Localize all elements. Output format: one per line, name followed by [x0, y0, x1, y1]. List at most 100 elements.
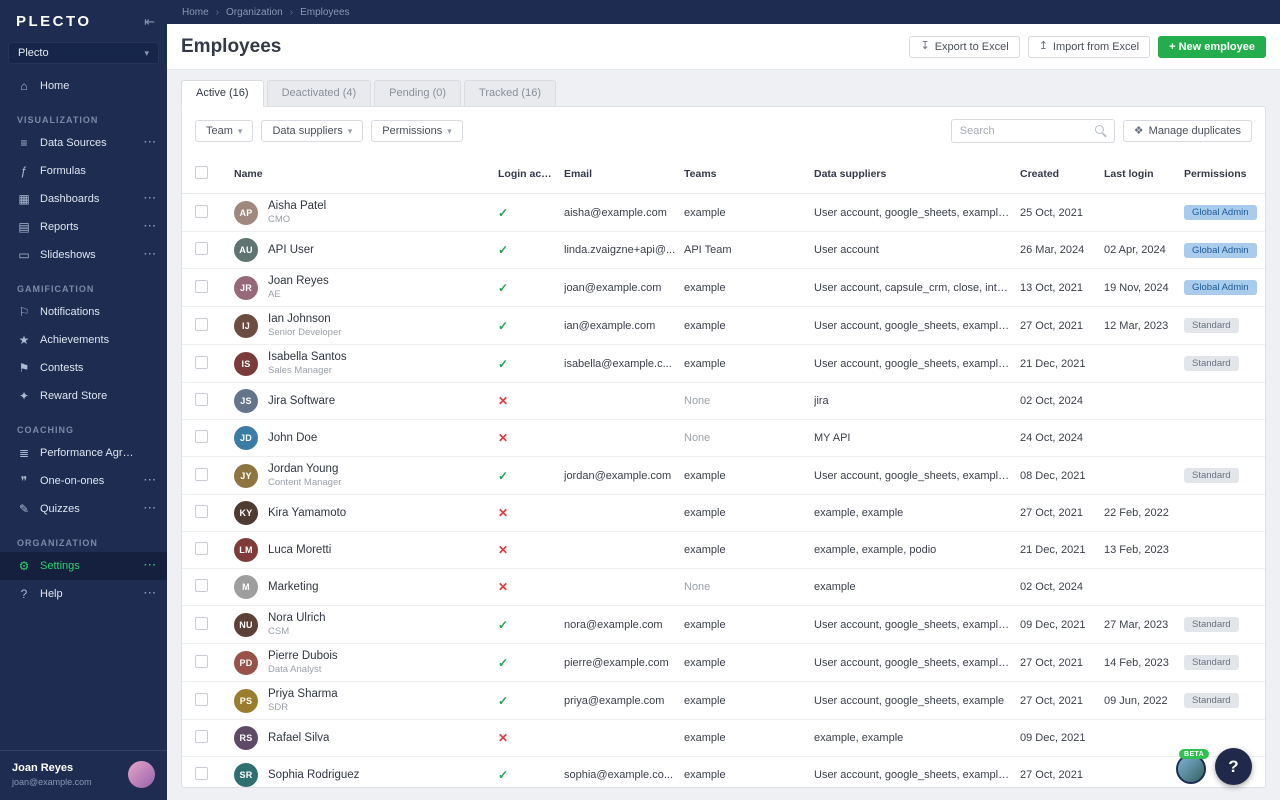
row-checkbox[interactable] — [195, 767, 208, 780]
sidebar-item-notifications[interactable]: ⚐ Notifications ··· — [0, 298, 167, 326]
employee-teams: example — [684, 657, 814, 669]
row-checkbox[interactable] — [195, 730, 208, 743]
sidebar-item-quizzes[interactable]: ✎ Quizzes ··· — [0, 495, 167, 523]
row-checkbox[interactable] — [195, 393, 208, 406]
filter-data-suppliers[interactable]: Data suppliers▾ — [261, 120, 363, 142]
login-enabled-icon: ✓ — [498, 243, 508, 257]
more-options-icon[interactable]: ··· — [144, 250, 157, 260]
row-checkbox[interactable] — [195, 280, 208, 293]
tab-active-16[interactable]: Active (16) — [181, 80, 264, 107]
table-row[interactable]: JY Jordan Young Content Manager ✓ jordan… — [182, 457, 1265, 495]
sidebar-item-data-sources[interactable]: ≡ Data Sources ··· — [0, 129, 167, 157]
login-enabled-icon: ✓ — [498, 768, 508, 782]
row-checkbox[interactable] — [195, 430, 208, 443]
filter-team[interactable]: Team▾ — [195, 120, 253, 142]
row-checkbox[interactable] — [195, 242, 208, 255]
employee-data-suppliers: User account, google_sheets, example, ex… — [814, 619, 1020, 631]
table-row[interactable]: JR Joan Reyes AE ✓ joan@example.com exam… — [182, 269, 1265, 307]
user-avatar[interactable] — [128, 761, 155, 788]
table-row[interactable]: JD John Doe ✕ None MY API 24 Oct, 2024 — [182, 420, 1265, 457]
table-row[interactable]: AP Aisha Patel CMO ✓ aisha@example.com e… — [182, 194, 1265, 232]
help-fab[interactable]: ? — [1215, 748, 1252, 785]
sidebar-item-dashboards[interactable]: ▦ Dashboards ··· — [0, 185, 167, 213]
sidebar-item-reward-store[interactable]: ✦ Reward Store ··· — [0, 382, 167, 410]
table-row[interactable]: AU API User ✓ linda.zvaigzne+api@... API… — [182, 232, 1265, 269]
table-row[interactable]: IJ Ian Johnson Senior Developer ✓ ian@ex… — [182, 307, 1265, 345]
employee-created: 27 Oct, 2021 — [1020, 320, 1104, 332]
table-row[interactable]: M Marketing ✕ None example 02 Oct, 2024 — [182, 569, 1265, 606]
table-row[interactable]: NU Nora Ulrich CSM ✓ nora@example.com ex… — [182, 606, 1265, 644]
row-checkbox[interactable] — [195, 579, 208, 592]
sidebar-item-contests[interactable]: ⚑ Contests ··· — [0, 354, 167, 382]
tab-deactivated-4[interactable]: Deactivated (4) — [267, 80, 372, 107]
sidebar-item-settings[interactable]: ⚙ Settings ··· — [0, 552, 167, 580]
breadcrumb-item-home[interactable]: Home — [182, 7, 209, 18]
contests-icon: ⚑ — [17, 361, 31, 375]
row-checkbox[interactable] — [195, 693, 208, 706]
sidebar-item-home[interactable]: ⌂ Home ··· — [0, 72, 167, 100]
employee-teams: None — [684, 432, 814, 444]
more-options-icon[interactable]: ··· — [144, 589, 157, 599]
sidebar-user[interactable]: Joan Reyes joan@example.com — [0, 750, 167, 800]
table-row[interactable]: SR Sophia Rodriguez ✓ sophia@example.co.… — [182, 757, 1265, 788]
permission-badge: Global Admin — [1184, 205, 1257, 220]
import-from-excel-button[interactable]: ↥ Import from Excel — [1028, 36, 1150, 58]
login-enabled-icon: ✓ — [498, 618, 508, 632]
row-checkbox[interactable] — [195, 655, 208, 668]
employee-created: 08 Dec, 2021 — [1020, 470, 1104, 482]
more-options-icon[interactable]: ··· — [144, 222, 157, 232]
collapse-sidebar-icon[interactable]: ⇤ — [144, 15, 155, 28]
row-checkbox[interactable] — [195, 205, 208, 218]
reward-store-icon: ✦ — [17, 389, 31, 403]
more-options-icon[interactable]: ··· — [144, 476, 157, 486]
row-checkbox[interactable] — [195, 505, 208, 518]
more-options-icon[interactable]: ··· — [144, 561, 157, 571]
sidebar-item-performance-agreements[interactable]: ≣ Performance Agreements ··· — [0, 439, 167, 467]
export-to-excel-button[interactable]: ↧ Export to Excel — [909, 36, 1019, 58]
table-row[interactable]: PD Pierre Dubois Data Analyst ✓ pierre@e… — [182, 644, 1265, 682]
row-checkbox[interactable] — [195, 617, 208, 630]
row-checkbox[interactable] — [195, 542, 208, 555]
sidebar-item-one-on-ones[interactable]: ❞ One-on-ones ··· — [0, 467, 167, 495]
workspace-selector[interactable]: Plecto ▾ — [8, 42, 159, 64]
tab-pending-0[interactable]: Pending (0) — [374, 80, 461, 107]
sidebar-item-help[interactable]: ? Help ··· — [0, 580, 167, 608]
table-row[interactable]: IS Isabella Santos Sales Manager ✓ isabe… — [182, 345, 1265, 383]
row-checkbox[interactable] — [195, 356, 208, 369]
beta-widget-button[interactable]: BETA — [1176, 754, 1206, 784]
one-on-ones-icon: ❞ — [17, 474, 31, 488]
breadcrumb-item-organization[interactable]: Organization — [226, 7, 283, 18]
more-options-icon[interactable]: ··· — [144, 138, 157, 148]
filter-permissions[interactable]: Permissions▾ — [371, 120, 462, 142]
sidebar-item-formulas[interactable]: ƒ Formulas ··· — [0, 157, 167, 185]
tab-tracked-16[interactable]: Tracked (16) — [464, 80, 556, 107]
more-options-icon[interactable]: ··· — [144, 194, 157, 204]
row-checkbox[interactable] — [195, 318, 208, 331]
employee-email: ian@example.com — [564, 320, 684, 332]
select-all-checkbox[interactable] — [195, 166, 208, 179]
search-icon — [1095, 125, 1107, 137]
user-email: joan@example.com — [12, 777, 92, 787]
table-row[interactable]: JS Jira Software ✕ None jira 02 Oct, 202… — [182, 383, 1265, 420]
manage-duplicates-button[interactable]: ❖ Manage duplicates — [1123, 120, 1252, 142]
table-row[interactable]: RS Rafael Silva ✕ example example, examp… — [182, 720, 1265, 757]
new-employee-button[interactable]: + New employee — [1158, 36, 1266, 58]
search-input[interactable] — [951, 119, 1115, 143]
more-options-icon[interactable]: ··· — [144, 504, 157, 514]
table-body: AP Aisha Patel CMO ✓ aisha@example.com e… — [182, 194, 1265, 788]
sidebar-item-label: Slideshows — [40, 249, 135, 261]
home-icon: ⌂ — [17, 79, 31, 93]
sidebar-item-slideshows[interactable]: ▭ Slideshows ··· — [0, 241, 167, 269]
table-row[interactable]: KY Kira Yamamoto ✕ example example, exam… — [182, 495, 1265, 532]
row-checkbox[interactable] — [195, 468, 208, 481]
avatar: PD — [234, 651, 258, 675]
import-icon: ↥ — [1039, 41, 1048, 52]
sidebar-item-reports[interactable]: ▤ Reports ··· — [0, 213, 167, 241]
table-row[interactable]: PS Priya Sharma SDR ✓ priya@example.com … — [182, 682, 1265, 720]
sidebar-item-achievements[interactable]: ★ Achievements ··· — [0, 326, 167, 354]
column-header-permissions: Permissions — [1184, 168, 1265, 180]
permission-badge: Standard — [1184, 693, 1239, 708]
table-row[interactable]: LM Luca Moretti ✕ example example, examp… — [182, 532, 1265, 569]
employee-role: CMO — [268, 214, 326, 225]
sidebar-item-label: Formulas — [40, 165, 135, 177]
